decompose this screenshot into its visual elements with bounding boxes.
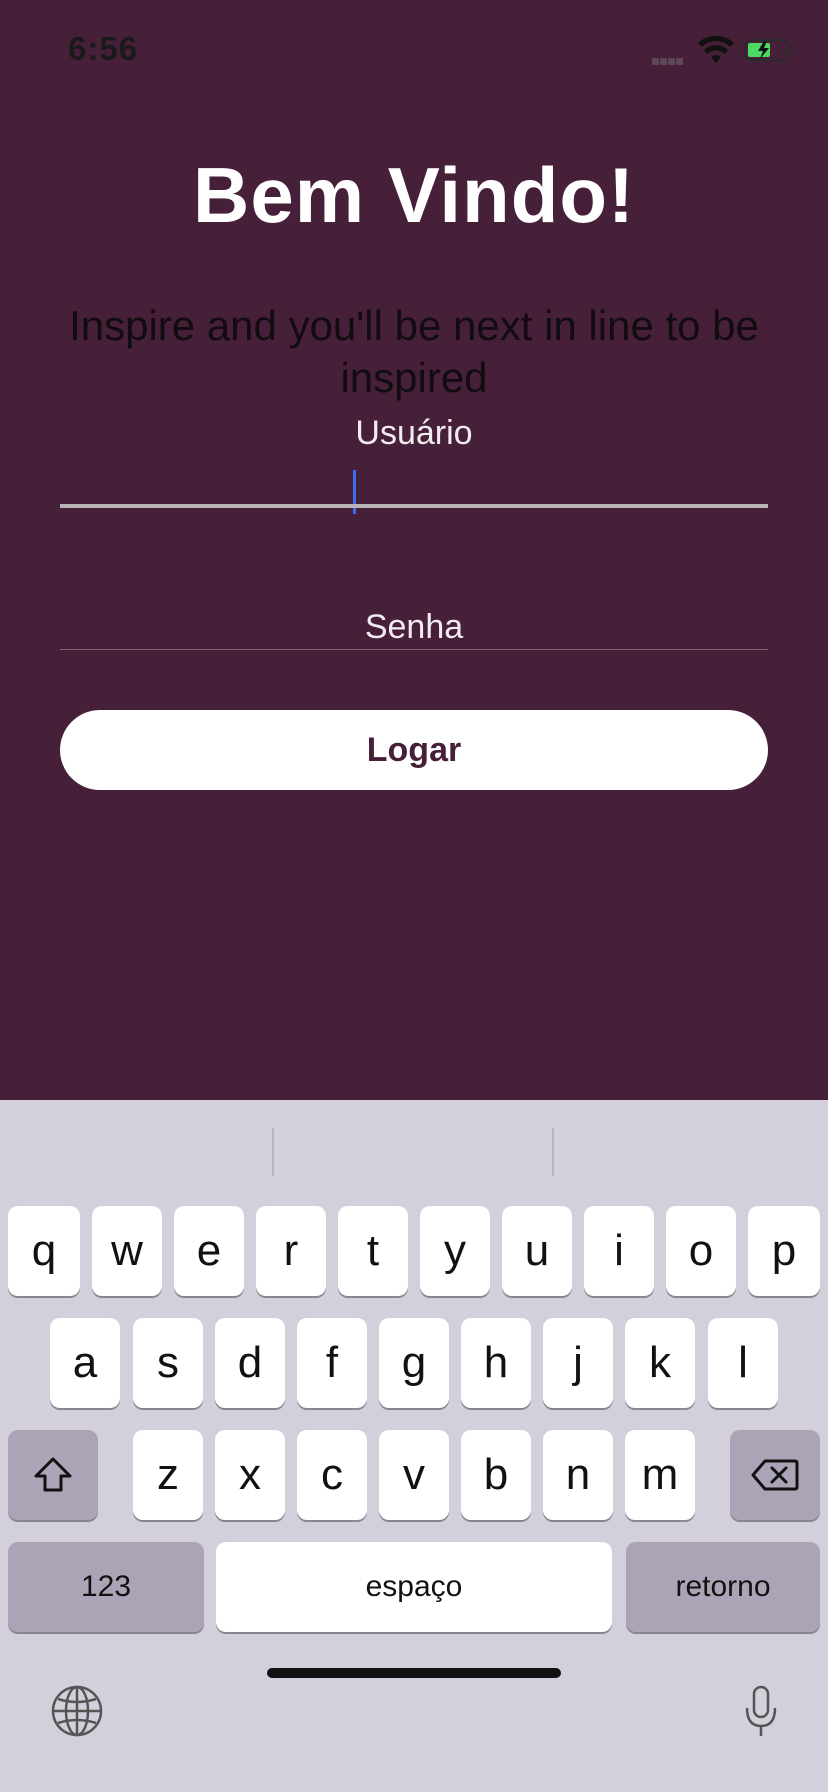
key-t[interactable]: t (338, 1206, 408, 1296)
key-f[interactable]: f (297, 1318, 367, 1408)
key-d[interactable]: d (215, 1318, 285, 1408)
key-m[interactable]: m (625, 1430, 695, 1520)
globe-icon[interactable] (50, 1684, 104, 1738)
key-w[interactable]: w (92, 1206, 162, 1296)
suggestion-divider (552, 1128, 554, 1176)
keyboard: q w e r t y u i o p a s d f g h j k l z … (0, 1100, 828, 1792)
key-a[interactable]: a (50, 1318, 120, 1408)
backspace-key[interactable] (730, 1430, 820, 1520)
key-n[interactable]: n (543, 1430, 613, 1520)
password-field[interactable] (60, 649, 768, 650)
key-s[interactable]: s (133, 1318, 203, 1408)
numbers-key[interactable]: 123 (8, 1542, 204, 1632)
return-key[interactable]: retorno (626, 1542, 820, 1632)
space-key[interactable]: espaço (216, 1542, 612, 1632)
username-field[interactable] (60, 504, 768, 508)
username-label: Usuário (355, 414, 473, 452)
key-q[interactable]: q (8, 1206, 80, 1296)
key-u[interactable]: u (502, 1206, 572, 1296)
key-j[interactable]: j (543, 1318, 613, 1408)
shift-icon (34, 1457, 72, 1492)
battery-icon (744, 39, 792, 61)
suggestion-divider (272, 1128, 274, 1176)
backspace-icon (751, 1459, 799, 1491)
key-y[interactable]: y (420, 1206, 490, 1296)
key-r[interactable]: r (256, 1206, 326, 1296)
key-g[interactable]: g (379, 1318, 449, 1408)
password-label: Senha (364, 608, 464, 646)
key-k[interactable]: k (625, 1318, 695, 1408)
key-i[interactable]: i (584, 1206, 654, 1296)
key-h[interactable]: h (461, 1318, 531, 1408)
key-o[interactable]: o (666, 1206, 736, 1296)
key-z[interactable]: z (133, 1430, 203, 1520)
status-bar: 6:56 (0, 0, 828, 100)
microphone-icon[interactable] (742, 1684, 780, 1740)
signal-icon (652, 52, 684, 70)
status-time: 6:56 (68, 30, 139, 67)
wifi-icon (698, 36, 734, 63)
key-p[interactable]: p (748, 1206, 820, 1296)
key-l[interactable]: l (708, 1318, 778, 1408)
key-x[interactable]: x (215, 1430, 285, 1520)
key-e[interactable]: e (174, 1206, 244, 1296)
shift-key[interactable] (8, 1430, 98, 1520)
key-v[interactable]: v (379, 1430, 449, 1520)
page-title: Bem Vindo! (193, 151, 635, 239)
key-c[interactable]: c (297, 1430, 367, 1520)
page-subtitle: Inspire and you'll be next in line to be… (69, 302, 759, 401)
key-b[interactable]: b (461, 1430, 531, 1520)
home-indicator (267, 1668, 561, 1678)
login-button[interactable]: Logar (60, 710, 768, 790)
